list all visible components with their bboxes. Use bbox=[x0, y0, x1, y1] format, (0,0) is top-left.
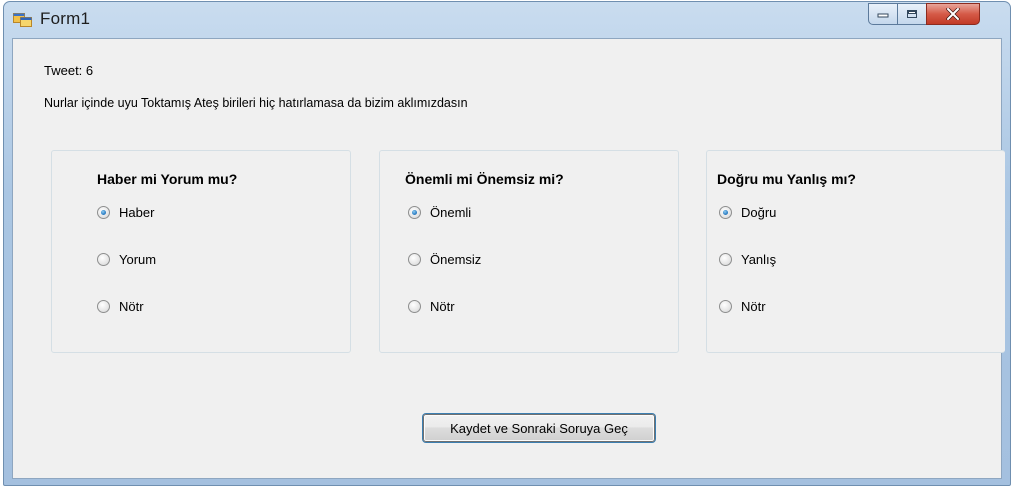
radio-checked-icon bbox=[97, 206, 110, 219]
radio-unchecked-icon bbox=[719, 300, 732, 313]
radio-label: Haber bbox=[119, 205, 155, 220]
save-next-button[interactable]: Kaydet ve Sonraki Soruya Geç bbox=[423, 414, 655, 442]
group-title: Doğru mu Yanlış mı? bbox=[717, 171, 856, 187]
radio-label: Nötr bbox=[741, 299, 766, 314]
window-title: Form1 bbox=[40, 9, 91, 28]
groupbox-onemli-onemsiz: Önemli mi Önemsiz mi? Önemli Önemsiz Nöt… bbox=[379, 150, 679, 353]
radio-label: Önemli bbox=[430, 205, 472, 220]
groupbox-haber-yorum: Haber mi Yorum mu? Haber Yorum Nötr bbox=[51, 150, 351, 353]
minimize-icon bbox=[877, 13, 889, 18]
radio-label: Yorum bbox=[119, 252, 157, 267]
radio-unchecked-icon bbox=[97, 253, 110, 266]
tweet-text-label: Nurlar içinde uyu Toktamış Ateş birileri… bbox=[44, 96, 468, 110]
title-bar[interactable]: Form1 bbox=[4, 2, 1010, 38]
maximize-icon bbox=[907, 10, 917, 18]
radio-yorum[interactable]: Yorum bbox=[97, 252, 156, 267]
radio-dogru[interactable]: Doğru bbox=[719, 205, 776, 220]
radio-checked-icon bbox=[719, 206, 732, 219]
radio-label: Yanlış bbox=[741, 252, 777, 267]
group-title: Önemli mi Önemsiz mi? bbox=[405, 171, 564, 187]
minimize-button[interactable] bbox=[868, 3, 898, 25]
radio-label: Doğru bbox=[741, 205, 777, 220]
app-window: Form1 Tweet: 6 Nurlar içinde uyu Toktamı… bbox=[3, 1, 1011, 486]
radio-label: Nötr bbox=[430, 299, 455, 314]
radio-haber[interactable]: Haber bbox=[97, 205, 154, 220]
radio-yanlis[interactable]: Yanlış bbox=[719, 252, 776, 267]
form-client-area: Tweet: 6 Nurlar içinde uyu Toktamış Ateş… bbox=[12, 38, 1005, 479]
maximize-button[interactable] bbox=[897, 3, 927, 25]
radio-label: Nötr bbox=[119, 299, 144, 314]
radio-onemsiz[interactable]: Önemsiz bbox=[408, 252, 481, 267]
radio-unchecked-icon bbox=[408, 300, 421, 313]
radio-unchecked-icon bbox=[719, 253, 732, 266]
tweet-counter-label: Tweet: 6 bbox=[44, 63, 94, 78]
groupbox-dogru-yanlis: Doğru mu Yanlış mı? Doğru Yanlış Nötr bbox=[706, 150, 1005, 353]
radio-checked-icon bbox=[408, 206, 421, 219]
radio-notr-1[interactable]: Nötr bbox=[97, 299, 144, 314]
group-title: Haber mi Yorum mu? bbox=[97, 171, 238, 187]
close-button[interactable] bbox=[926, 3, 980, 25]
radio-unchecked-icon bbox=[408, 253, 421, 266]
close-icon bbox=[946, 8, 960, 20]
radio-unchecked-icon bbox=[97, 300, 110, 313]
radio-onemli[interactable]: Önemli bbox=[408, 205, 471, 220]
radio-label: Önemsiz bbox=[430, 252, 482, 267]
radio-notr-2[interactable]: Nötr bbox=[408, 299, 455, 314]
radio-notr-3[interactable]: Nötr bbox=[719, 299, 766, 314]
form-app-icon bbox=[13, 13, 32, 27]
